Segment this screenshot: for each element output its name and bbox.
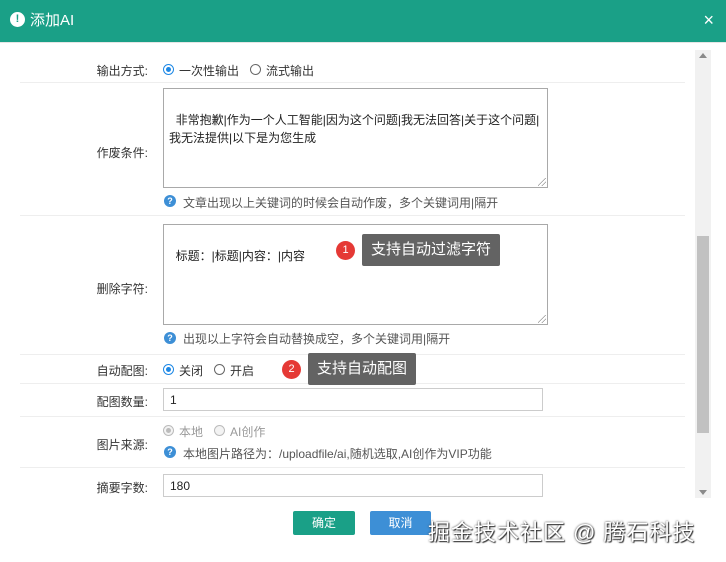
help-icon: ? <box>164 195 176 207</box>
scroll-up-icon[interactable] <box>699 53 707 58</box>
image-source-option-local[interactable]: 本地 <box>179 423 203 440</box>
output-mode-option-stream[interactable]: 流式输出 <box>266 62 314 79</box>
annotation-badge-2: 2 <box>282 360 301 379</box>
void-condition-label: 作废条件: <box>96 146 148 160</box>
close-icon[interactable]: × <box>703 10 714 30</box>
auto-image-label: 自动配图: <box>96 364 148 378</box>
void-condition-help: 文章出现以上关键词的时候会自动作废，多个关键词用|隔开 <box>183 196 499 210</box>
image-source-option-ai[interactable]: AI创作 <box>230 423 265 440</box>
output-mode-radio-once[interactable] <box>163 64 174 75</box>
output-mode-option-once[interactable]: 一次性输出 <box>179 62 239 79</box>
help-icon: ? <box>164 332 176 344</box>
output-mode-label: 输出方式: <box>96 64 148 78</box>
summary-chars-input[interactable]: 180 <box>163 474 543 497</box>
annotation-badge-1: 1 <box>336 241 355 260</box>
help-icon: ? <box>164 446 176 458</box>
image-count-label: 配图数量: <box>96 395 148 409</box>
confirm-button[interactable]: 确定 <box>293 511 355 535</box>
cancel-button[interactable]: 取消 <box>370 511 431 535</box>
divider <box>20 82 685 83</box>
resize-grip-icon[interactable] <box>538 315 546 323</box>
image-source-radio-ai[interactable] <box>214 425 225 436</box>
auto-image-radio-off[interactable] <box>163 364 174 375</box>
summary-chars-label: 摘要字数: <box>96 481 148 495</box>
auto-image-option-off[interactable]: 关闭 <box>179 362 203 379</box>
image-source-label: 图片来源: <box>96 438 148 452</box>
divider <box>20 215 685 216</box>
info-icon: ! <box>10 12 25 27</box>
output-mode-radio-stream[interactable] <box>250 64 261 75</box>
divider <box>20 416 685 417</box>
delete-chars-label: 删除字符: <box>96 282 148 296</box>
delete-chars-value: 标题：|标题|内容：|内容 <box>175 249 306 263</box>
image-count-input[interactable]: 1 <box>163 388 543 411</box>
void-condition-value: 非常抱歉|作为一个人工智能|因为这个问题|我无法回答|关于这个问题|我无法提供|… <box>169 113 540 145</box>
delete-chars-help: 出现以上字符会自动替换成空，多个关键词用|隔开 <box>183 332 451 346</box>
annotation-tooltip-2: 支持自动配图 <box>308 353 417 385</box>
auto-image-radio-on[interactable] <box>214 364 225 375</box>
watermark: 掘金技术社区 @ 腾石科技 <box>428 520 696 545</box>
resize-grip-icon[interactable] <box>538 178 546 186</box>
auto-image-option-on[interactable]: 开启 <box>230 362 254 379</box>
image-source-help: 本地图片路径为：/uploadfile/ai,随机选取,AI创作为VIP功能 <box>183 447 492 461</box>
scrollbar-thumb[interactable] <box>697 236 709 433</box>
annotation-tooltip-1: 支持自动过滤字符 <box>362 234 501 266</box>
image-source-radio-local[interactable] <box>163 425 174 436</box>
divider <box>20 467 685 468</box>
dialog-titlebar: ! 添加AI × <box>0 0 726 42</box>
void-condition-textarea[interactable]: 非常抱歉|作为一个人工智能|因为这个问题|我无法回答|关于这个问题|我无法提供|… <box>163 88 548 188</box>
scroll-down-icon[interactable] <box>699 490 707 495</box>
dialog-title: 添加AI <box>30 12 75 29</box>
